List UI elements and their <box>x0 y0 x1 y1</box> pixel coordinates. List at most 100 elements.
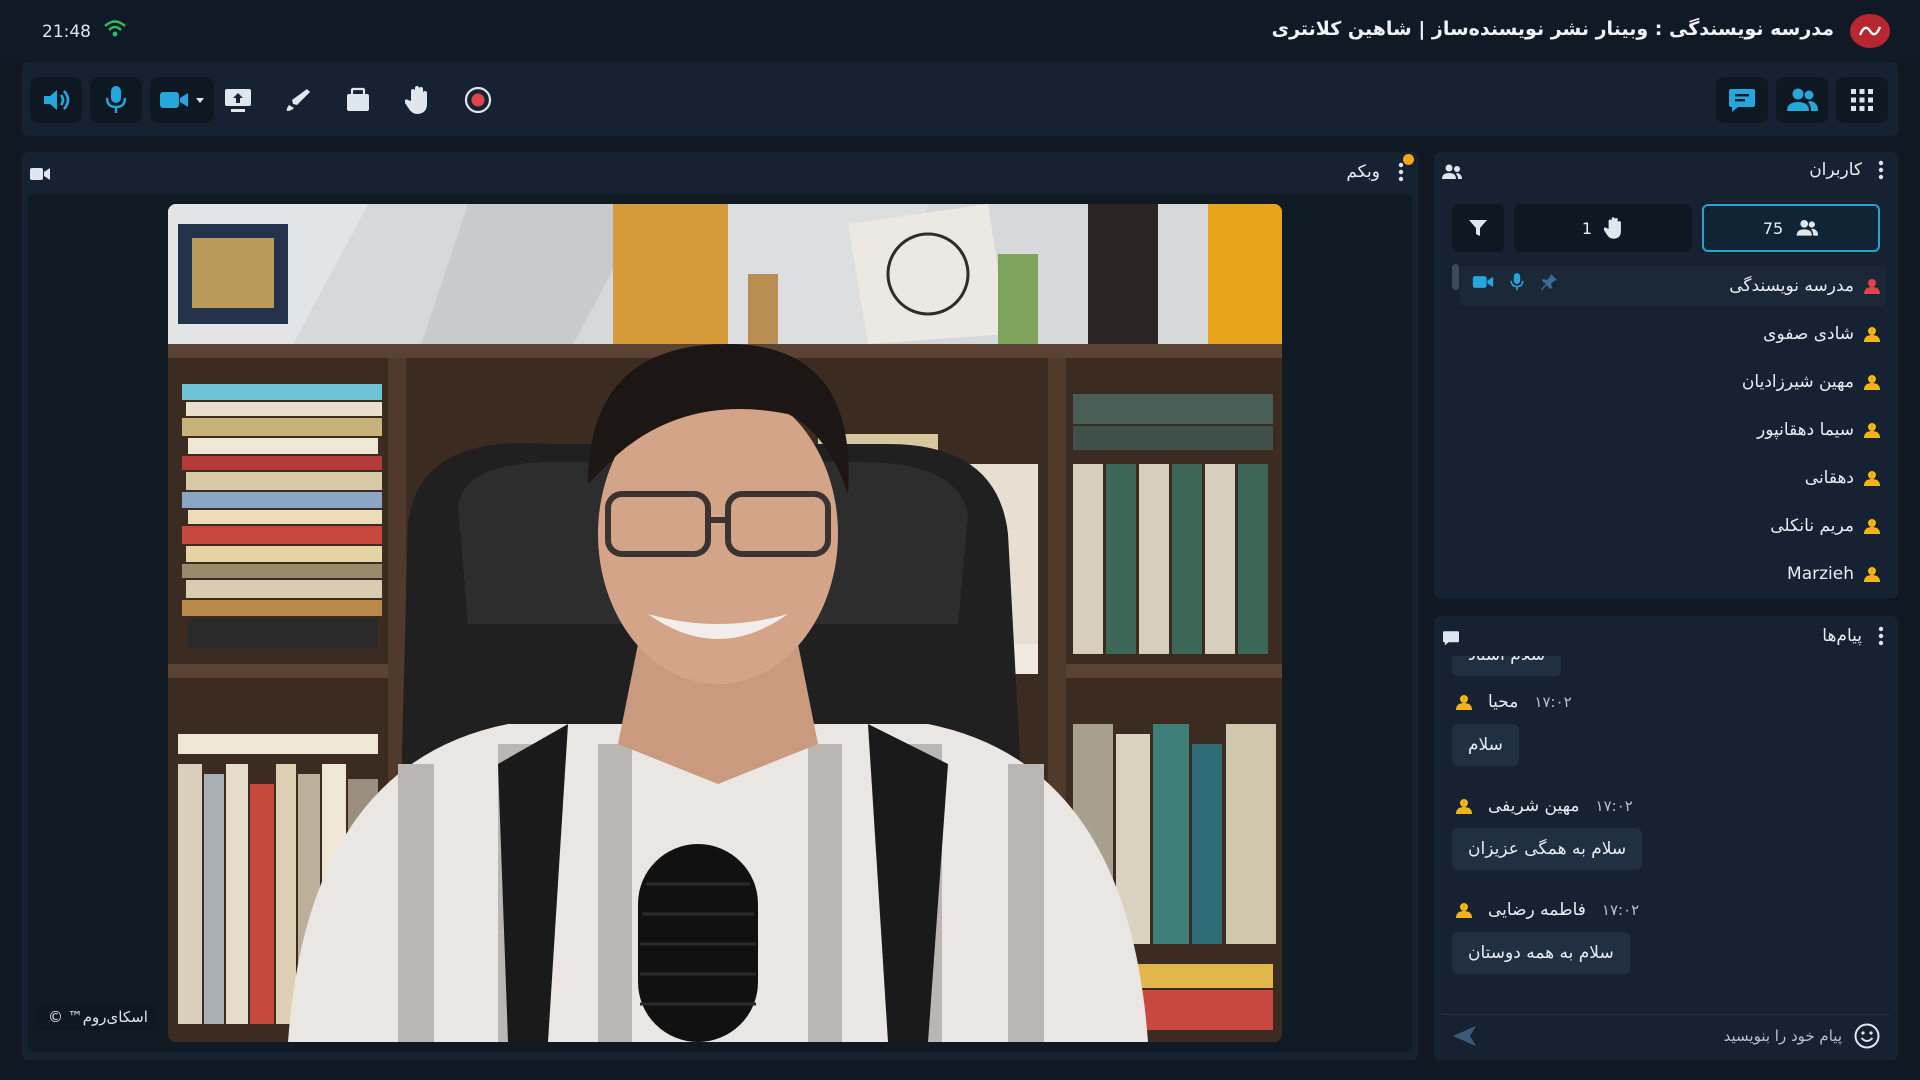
member-user-icon <box>1864 519 1880 534</box>
toolbar <box>22 62 1898 136</box>
messages-title: پیام‌ها <box>1822 626 1862 646</box>
camera-icon[interactable] <box>1472 274 1494 290</box>
speaker-button[interactable] <box>30 77 82 123</box>
webcam-menu-icon[interactable] <box>1398 162 1404 186</box>
raised-hands-tab[interactable]: 1 <box>1514 204 1692 252</box>
share-screen-button[interactable] <box>212 77 264 123</box>
webcam-panel: وبکم <box>22 152 1418 1060</box>
message-time: ۱۷:۰۲ <box>1534 693 1572 711</box>
filter-icon <box>1469 220 1487 236</box>
record-button[interactable] <box>452 77 504 123</box>
users-menu-icon[interactable] <box>1878 160 1884 184</box>
webcam-video <box>168 204 1282 1042</box>
record-icon <box>464 86 492 114</box>
user-name: شادی صفوی <box>1763 324 1854 344</box>
chat-toggle-button[interactable] <box>1716 77 1768 123</box>
notification-dot <box>1403 154 1414 165</box>
microphone-icon[interactable] <box>1510 272 1524 292</box>
message-composer <box>1442 1014 1890 1056</box>
files-button[interactable] <box>332 77 384 123</box>
apps-grid-button[interactable] <box>1836 77 1888 123</box>
user-row[interactable]: دهقانی <box>1805 458 1880 498</box>
webcam-title: وبکم <box>1346 162 1380 182</box>
clock: 21:48 <box>42 22 91 42</box>
member-user-icon <box>1456 799 1472 814</box>
whiteboard-pen-icon <box>286 89 310 111</box>
webcam-stage: اسکای‌روم™ © <box>28 194 1412 1052</box>
app-logo-icon <box>1850 14 1890 48</box>
webcam-video-frame <box>168 204 1282 1042</box>
users-icon <box>1787 88 1818 111</box>
message-bubble: سلام <box>1452 724 1519 766</box>
user-row[interactable]: شادی صفوی <box>1763 314 1880 354</box>
message-author: مهین شریفی <box>1488 796 1580 816</box>
users-icon <box>1796 220 1819 236</box>
user-row[interactable]: Marzieh <box>1787 554 1880 594</box>
user-row[interactable]: مدرسه نویسندگی <box>1460 266 1886 306</box>
raised-hands-count: 1 <box>1581 218 1593 238</box>
pin-icon[interactable] <box>1540 273 1558 291</box>
all-users-tab[interactable]: 75 <box>1702 204 1880 252</box>
messages-menu-icon[interactable] <box>1878 626 1884 650</box>
microphone-button[interactable] <box>90 77 142 123</box>
message-list[interactable]: سلام استاد محیا ۱۷:۰۲ سلام مهین شریفی ۱۷… <box>1442 656 1890 1014</box>
user-name: سیما دهقانپور <box>1757 420 1854 440</box>
user-row[interactable]: سیما دهقانپور <box>1757 410 1880 450</box>
raise-hand-icon <box>405 86 427 114</box>
member-user-icon <box>1864 423 1880 438</box>
message-author: فاطمه رضایی <box>1488 900 1586 920</box>
user-name: Marzieh <box>1787 564 1854 584</box>
message-input[interactable] <box>1492 1021 1842 1051</box>
raise-hand-button[interactable] <box>392 77 444 123</box>
user-row[interactable]: مهین شیرزادیان <box>1742 362 1880 402</box>
apps-grid-icon <box>1851 89 1873 111</box>
message-bubble: سلام به همگی عزیزان <box>1452 828 1643 870</box>
users-panel-icon <box>1442 164 1462 184</box>
member-user-icon <box>1864 375 1880 390</box>
camera-icon <box>160 92 188 108</box>
emoji-icon <box>1854 1023 1880 1049</box>
message-bubble: سلام به همه دوستان <box>1452 932 1630 974</box>
wifi-icon <box>104 20 126 42</box>
speaker-icon <box>44 90 70 110</box>
users-title: کاربران <box>1809 160 1862 180</box>
message-time: ۱۷:۰۲ <box>1595 797 1633 815</box>
message-header: مهین شریفی ۱۷:۰۲ <box>1456 796 1633 816</box>
member-user-icon <box>1864 471 1880 486</box>
users-scrollbar[interactable] <box>1452 264 1459 290</box>
send-icon <box>1453 1026 1476 1046</box>
emoji-button[interactable] <box>1854 1023 1880 1053</box>
member-user-icon <box>1864 327 1880 342</box>
chat-icon <box>1729 89 1755 112</box>
share-screen-icon <box>225 89 251 112</box>
top-bar: 21:48 مدرسه نویسندگی : وبینار نشر نویسند… <box>0 0 1920 62</box>
user-row[interactable]: مریم نانکلی <box>1770 506 1880 546</box>
app-title: مدرسه نویسندگی : وبینار نشر نویسنده‌ساز … <box>1271 18 1834 40</box>
user-name: مریم نانکلی <box>1770 516 1854 536</box>
camera-button[interactable] <box>150 77 214 123</box>
presenter-user-icon <box>1864 279 1880 294</box>
member-user-icon <box>1864 567 1880 582</box>
member-user-icon <box>1456 695 1472 710</box>
filter-button[interactable] <box>1452 204 1504 252</box>
message-header: فاطمه رضایی ۱۷:۰۲ <box>1456 900 1639 920</box>
send-button[interactable] <box>1452 1025 1478 1051</box>
user-name: مدرسه نویسندگی <box>1729 276 1854 296</box>
watermark: اسکای‌روم™ © <box>38 1004 158 1030</box>
microphone-icon <box>105 86 127 113</box>
messages-panel: پیام‌ها سلام استاد محیا ۱۷:۰۲ سلام مهین … <box>1434 616 1898 1060</box>
whiteboard-button[interactable] <box>272 77 324 123</box>
users-count: 75 <box>1762 218 1784 238</box>
message-header: محیا ۱۷:۰۲ <box>1456 692 1572 712</box>
message-time: ۱۷:۰۲ <box>1601 901 1640 919</box>
users-toggle-button[interactable] <box>1776 77 1828 123</box>
chevron-down-icon <box>196 98 204 103</box>
webcam-panel-icon <box>30 166 50 185</box>
user-name: دهقانی <box>1804 468 1854 488</box>
message-bubble: سلام استاد <box>1452 656 1562 676</box>
user-controls <box>1472 272 1558 292</box>
member-user-icon <box>1456 903 1472 918</box>
message-author: محیا <box>1488 692 1519 712</box>
messages-panel-icon <box>1442 630 1460 650</box>
files-icon <box>347 87 369 111</box>
